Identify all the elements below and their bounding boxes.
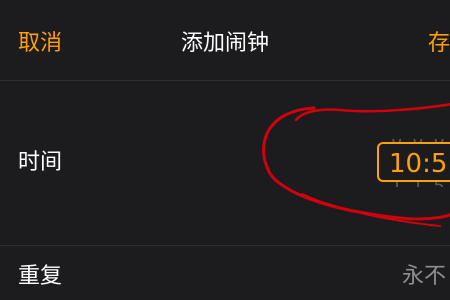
repeat-label: 重复 [18,264,63,289]
repeat-value: 永不 [402,264,447,289]
repeat-row[interactable]: 重复 永不 [0,245,450,300]
navigation-bar: 取消 添加闹钟 存 [0,0,450,80]
time-picker-selection[interactable]: 10:5 [377,142,450,182]
time-picker[interactable]: 0 0 0 0 1 1 5 0 10:5 [377,139,450,187]
time-label: 时间 [18,150,63,175]
page-title: 添加闹钟 [180,31,269,56]
time-row: 时间 0 0 0 0 1 1 5 0 10:5 [0,80,450,245]
add-alarm-screen: 取消 添加闹钟 存 时间 0 0 0 0 1 1 5 0 10:5 重复 永不 [0,0,450,300]
time-value[interactable]: 10:5 [389,149,447,179]
save-button[interactable]: 存 [428,30,450,58]
